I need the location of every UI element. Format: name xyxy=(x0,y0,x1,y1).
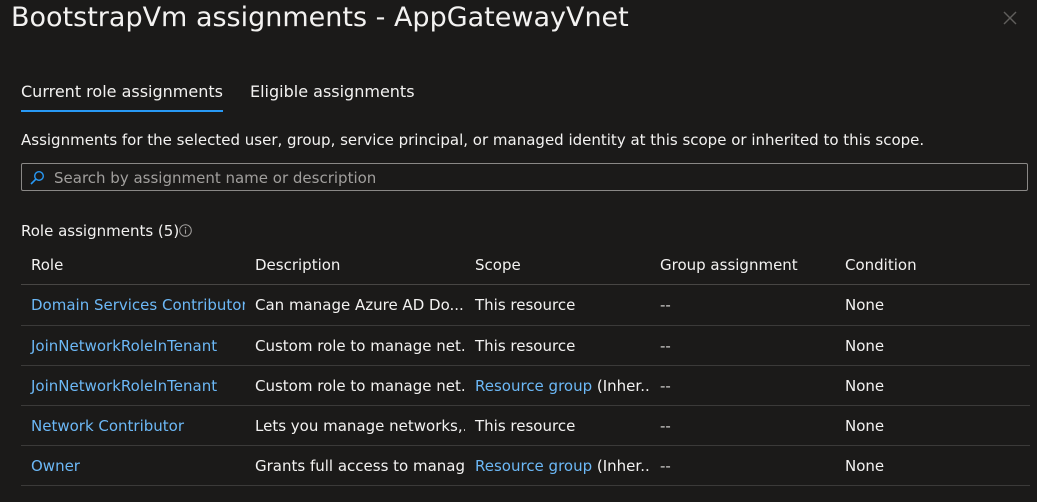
close-button[interactable] xyxy=(1000,8,1020,28)
role-link[interactable]: JoinNetworkRoleInTenant xyxy=(31,377,217,395)
table-row[interactable]: Domain Services Contributor Can manage A… xyxy=(21,284,1030,326)
role-description: Custom role to manage net... xyxy=(245,365,465,406)
scope-text: This resource xyxy=(475,336,576,355)
role-link[interactable]: Owner xyxy=(31,457,80,475)
info-icon[interactable] xyxy=(179,224,192,237)
scope-cell: This resource xyxy=(465,284,650,326)
group-assignment: -- xyxy=(650,445,835,486)
role-assignments-count: Role assignments (5) xyxy=(21,222,180,240)
condition: None xyxy=(835,325,1030,366)
scope-link[interactable]: Resource group xyxy=(475,377,592,395)
scope-text: (Inher... xyxy=(592,456,650,475)
table-row[interactable]: JoinNetworkRoleInTenant Custom role to m… xyxy=(21,325,1030,366)
panel-title: BootstrapVm assignments - AppGatewayVnet xyxy=(11,2,629,33)
column-header-role[interactable]: Role xyxy=(21,246,245,285)
role-description: Custom role to manage net... xyxy=(245,325,465,366)
scope-cell: This resource xyxy=(465,325,650,366)
role-link[interactable]: JoinNetworkRoleInTenant xyxy=(31,337,217,355)
group-assignment: -- xyxy=(650,365,835,406)
scope-link[interactable]: Resource group xyxy=(475,457,592,475)
role-description: Can manage Azure AD Do... xyxy=(245,284,465,326)
table-row[interactable]: Network Contributor Lets you manage netw… xyxy=(21,405,1030,446)
table-row[interactable]: JoinNetworkRoleInTenant Custom role to m… xyxy=(21,365,1030,406)
scope-description: Assignments for the selected user, group… xyxy=(21,131,925,149)
role-link[interactable]: Domain Services Contributor xyxy=(31,296,245,314)
column-header-scope[interactable]: Scope xyxy=(465,246,650,285)
search-box[interactable] xyxy=(21,163,1028,191)
role-description: Grants full access to manag... xyxy=(245,445,465,486)
column-header-group-assignment[interactable]: Group assignment xyxy=(650,246,835,285)
scope-text: This resource xyxy=(475,296,576,314)
condition: None xyxy=(835,405,1030,446)
scope-cell: Resource group (Inher... xyxy=(465,365,650,406)
condition: None xyxy=(835,365,1030,406)
group-assignment: -- xyxy=(650,405,835,446)
scope-cell: Resource group (Inher... xyxy=(465,445,650,486)
tab-current-role-assignments[interactable]: Current role assignments xyxy=(21,80,223,112)
group-assignment: -- xyxy=(650,325,835,366)
group-assignment: -- xyxy=(650,284,835,326)
role-link[interactable]: Network Contributor xyxy=(31,417,184,435)
scope-cell: This resource xyxy=(465,405,650,446)
scope-text: This resource xyxy=(475,416,576,435)
table-row[interactable]: Owner Grants full access to manag... Res… xyxy=(21,445,1030,486)
role-assignments-table: Role Description Scope Group assignment … xyxy=(21,246,1030,486)
role-assignments-panel: BootstrapVm assignments - AppGatewayVnet… xyxy=(0,0,1037,502)
column-header-description[interactable]: Description xyxy=(245,246,465,285)
tab-eligible-assignments[interactable]: Eligible assignments xyxy=(250,80,415,104)
condition: None xyxy=(835,445,1030,486)
column-header-condition[interactable]: Condition xyxy=(835,246,1030,285)
condition: None xyxy=(835,284,1030,326)
search-input[interactable] xyxy=(52,166,1016,190)
scope-text: (Inher... xyxy=(592,376,650,395)
close-icon xyxy=(1003,11,1017,25)
role-description: Lets you manage networks,... xyxy=(245,405,465,446)
search-icon xyxy=(30,170,45,185)
table-header-row: Role Description Scope Group assignment … xyxy=(21,246,1030,285)
